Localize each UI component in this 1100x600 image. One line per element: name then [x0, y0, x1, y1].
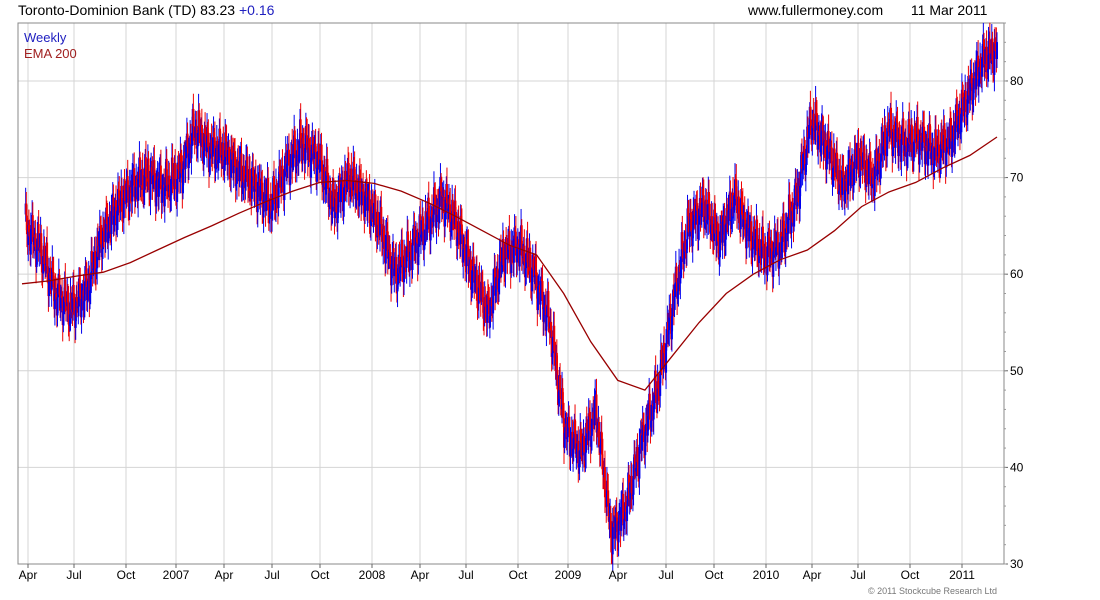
x-tick-label: Oct [901, 568, 920, 582]
copyright-notice: © 2011 Stockcube Research Ltd [868, 586, 998, 596]
y-tick-label: 60 [1010, 267, 1024, 281]
legend-ema-200: EMA 200 [24, 46, 77, 61]
y-tick-label: 80 [1010, 74, 1024, 88]
x-tick-label: 2010 [753, 568, 780, 582]
x-tick-label: Oct [311, 568, 330, 582]
plot-frame [17, 22, 1005, 565]
chart-legend: WeeklyEMA 200 [24, 30, 77, 61]
x-tick-label: Apr [19, 568, 38, 582]
y-tick-label: 50 [1010, 364, 1024, 378]
x-axis: Apr Jul Oct 2007 Apr Jul Oct 2008 Apr Jul Oct 2009 A… [19, 564, 975, 582]
x-tick-label: 2007 [163, 568, 190, 582]
candlestick-series [24, 22, 998, 571]
x-tick-label: Jul [264, 568, 279, 582]
y-tick-label: 30 [1010, 557, 1024, 571]
x-tick-label: 2009 [555, 568, 582, 582]
x-tick-label: Apr [411, 568, 430, 582]
x-tick-label: Apr [215, 568, 234, 582]
x-tick-label: Oct [509, 568, 528, 582]
x-tick-label: Jul [850, 568, 865, 582]
legend-weekly: Weekly [24, 30, 67, 45]
x-tick-label: 2008 [359, 568, 386, 582]
x-tick-label: Jul [658, 568, 673, 582]
y-axis: 30 40 50 60 70 80 [1004, 22, 1024, 571]
chart-grid [18, 23, 1004, 565]
y-tick-label: 40 [1010, 460, 1024, 474]
x-tick-label: Jul [458, 568, 473, 582]
y-tick-label: 70 [1010, 171, 1024, 185]
x-tick-label: Oct [705, 568, 724, 582]
x-tick-label: Oct [117, 568, 136, 582]
x-tick-label: 2011 [949, 568, 975, 582]
candle-up [996, 42, 998, 60]
price-chart: 304050607080 Apr Jul Oct 2007 Apr Jul Oct 2008 A… [17, 22, 1024, 582]
x-tick-label: Apr [609, 568, 628, 582]
x-tick-label: Apr [803, 568, 822, 582]
x-tick-label: Jul [66, 568, 81, 582]
